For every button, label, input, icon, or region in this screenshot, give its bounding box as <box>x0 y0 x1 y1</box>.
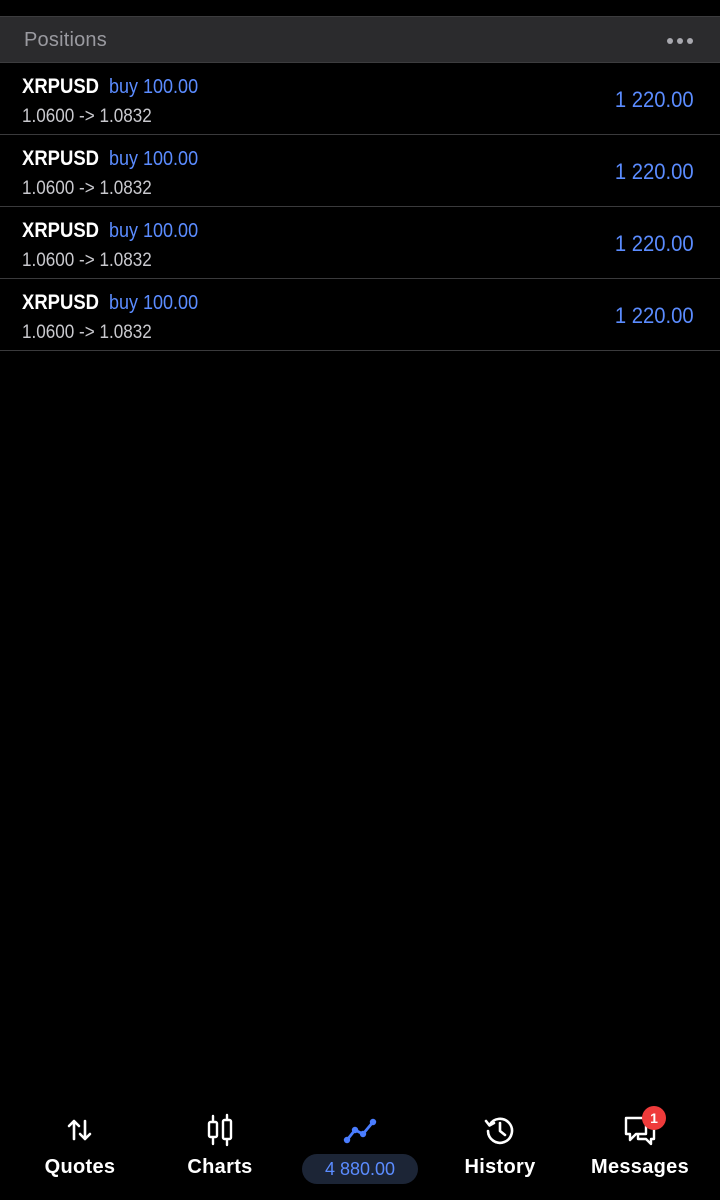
position-side-volume: buy 100.00 <box>109 220 199 242</box>
more-dot <box>687 38 693 44</box>
position-symbol: XRPUSD <box>22 219 100 242</box>
history-clock-icon <box>484 1117 514 1145</box>
candlestick-icon <box>207 1113 233 1147</box>
position-profit: 1 220.00 <box>615 231 694 256</box>
tab-trade[interactable] <box>288 1100 432 1200</box>
position-prices: 1.0600 -> 1.0832 <box>22 178 152 199</box>
tab-messages[interactable]: Messages <box>568 1100 712 1200</box>
trend-line-icon <box>343 1118 377 1144</box>
position-symbol: XRPUSD <box>22 75 100 98</box>
tab-charts[interactable]: Charts <box>148 1100 292 1200</box>
tab-history[interactable]: History <box>428 1100 572 1200</box>
bottom-tab-bar: Quotes Charts 4 880.00 History Messages <box>0 1100 720 1200</box>
position-symbol: XRPUSD <box>22 291 100 314</box>
position-row[interactable]: XRPUSD buy 100.00 1.0600 -> 1.0832 1 220… <box>0 63 720 135</box>
more-horizontal-icon <box>667 38 673 44</box>
position-side-volume: buy 100.00 <box>109 292 199 314</box>
balance-pill[interactable]: 4 880.00 <box>302 1154 418 1184</box>
position-row[interactable]: XRPUSD buy 100.00 1.0600 -> 1.0832 1 220… <box>0 279 720 351</box>
arrows-up-down-icon <box>67 1119 92 1141</box>
tab-history-label: History <box>464 1156 536 1178</box>
positions-list: XRPUSD buy 100.00 1.0600 -> 1.0832 1 220… <box>0 63 720 351</box>
position-row[interactable]: XRPUSD buy 100.00 1.0600 -> 1.0832 1 220… <box>0 207 720 279</box>
page-title: Positions <box>24 29 107 51</box>
tab-quotes-label: Quotes <box>44 1156 116 1178</box>
more-dot <box>677 38 683 44</box>
position-row[interactable]: XRPUSD buy 100.00 1.0600 -> 1.0832 1 220… <box>0 135 720 207</box>
more-options-button[interactable] <box>658 27 702 55</box>
tab-messages-label: Messages <box>590 1156 689 1178</box>
position-profit: 1 220.00 <box>615 159 694 184</box>
position-prices: 1.0600 -> 1.0832 <box>22 250 152 271</box>
position-profit: 1 220.00 <box>615 303 694 328</box>
positions-header: Positions <box>0 16 720 63</box>
position-side-volume: buy 100.00 <box>109 148 199 170</box>
messages-badge: 1 <box>642 1106 666 1130</box>
position-profit: 1 220.00 <box>615 87 694 112</box>
tab-charts-label: Charts <box>187 1156 253 1178</box>
position-prices: 1.0600 -> 1.0832 <box>22 106 152 127</box>
tab-quotes[interactable]: Quotes <box>8 1100 152 1200</box>
position-side-volume: buy 100.00 <box>109 76 199 98</box>
position-symbol: XRPUSD <box>22 147 100 170</box>
position-prices: 1.0600 -> 1.0832 <box>22 322 152 343</box>
status-bar-area <box>0 0 720 16</box>
